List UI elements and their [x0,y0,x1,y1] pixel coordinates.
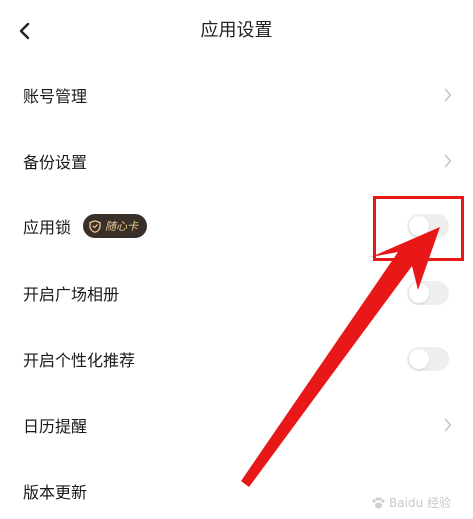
watermark-text: Baidu 经验 [389,496,451,510]
toggle-knob [409,349,429,369]
settings-row-calendar-reminder[interactable]: 日历提醒 [0,397,473,453]
toggle-knob [409,283,429,303]
settings-row-square-album: 开启广场相册 [0,265,473,321]
row-label: 应用锁 [23,218,72,237]
chevron-right-icon [443,88,453,102]
settings-row-app-lock: 应用锁 随心卡 [0,198,473,254]
row-label: 备份设置 [23,153,88,172]
personalized-recommendation-toggle[interactable] [407,347,449,371]
chevron-right-icon [443,418,453,432]
app-lock-toggle[interactable] [407,214,449,238]
paw-icon [372,496,385,508]
row-label: 开启个性化推荐 [23,351,136,370]
row-label: 账号管理 [23,87,88,106]
chevron-right-icon [443,154,453,168]
row-label: 日历提醒 [23,417,88,436]
settings-row-backup[interactable]: 备份设置 [0,133,473,189]
badge-label: 随心卡 [105,220,139,233]
square-album-toggle[interactable] [407,281,449,305]
settings-row-account-management[interactable]: 账号管理 [0,67,473,123]
settings-row-personalized-recommendation: 开启个性化推荐 [0,331,473,387]
row-label: 版本更新 [23,483,88,502]
shield-icon [89,219,101,233]
header-bar: 应用设置 [0,0,473,62]
row-label: 开启广场相册 [23,285,120,304]
baidu-watermark: Baidu 经验 [371,494,451,511]
membership-badge[interactable]: 随心卡 [83,214,148,238]
page-title: 应用设置 [200,20,273,41]
toggle-knob [409,216,429,236]
